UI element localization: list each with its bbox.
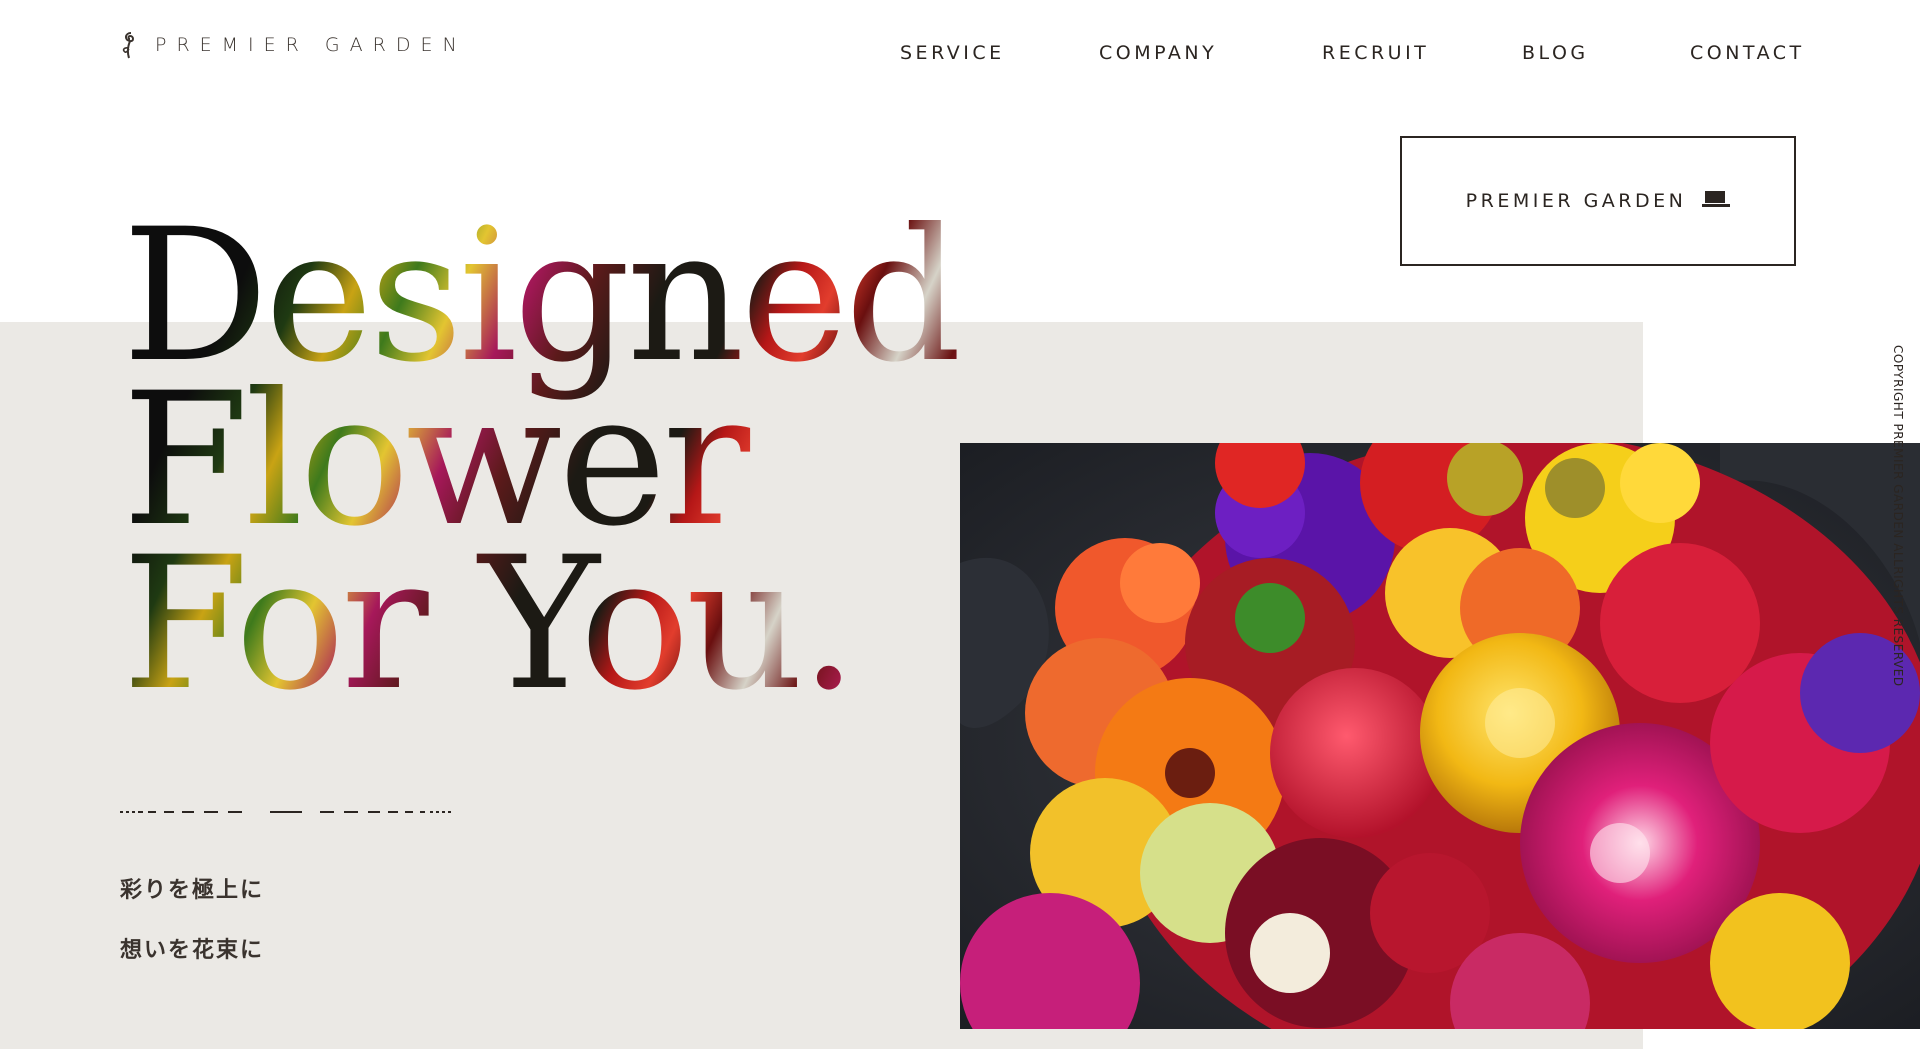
nav-company[interactable]: COMPANY	[1099, 42, 1217, 64]
flower-bouquet-image	[960, 443, 1920, 1029]
main-nav: SERVICE COMPANY RECRUIT BLOG CONTACT	[0, 42, 1920, 72]
dashed-divider	[120, 800, 455, 819]
laptop-icon	[1702, 190, 1731, 212]
nav-contact[interactable]: CONTACT	[1690, 42, 1805, 64]
copyright-text: COPYRIGHT PREMIER GARDEN ALLRIGHTS RESER…	[1891, 345, 1905, 687]
tagline-2: 想いを花束に	[120, 938, 265, 963]
premier-garden-button-label: PREMIER GARDEN	[1465, 190, 1687, 212]
hero-headline: Designed Flower For You.	[122, 215, 958, 707]
nav-service[interactable]: SERVICE	[900, 42, 1005, 64]
headline-line-3: For You.	[122, 518, 854, 731]
nav-blog[interactable]: BLOG	[1522, 42, 1589, 64]
premier-garden-button[interactable]: PREMIER GARDEN	[1400, 136, 1796, 266]
nav-recruit[interactable]: RECRUIT	[1322, 42, 1429, 64]
tagline-1: 彩りを極上に	[120, 878, 265, 903]
